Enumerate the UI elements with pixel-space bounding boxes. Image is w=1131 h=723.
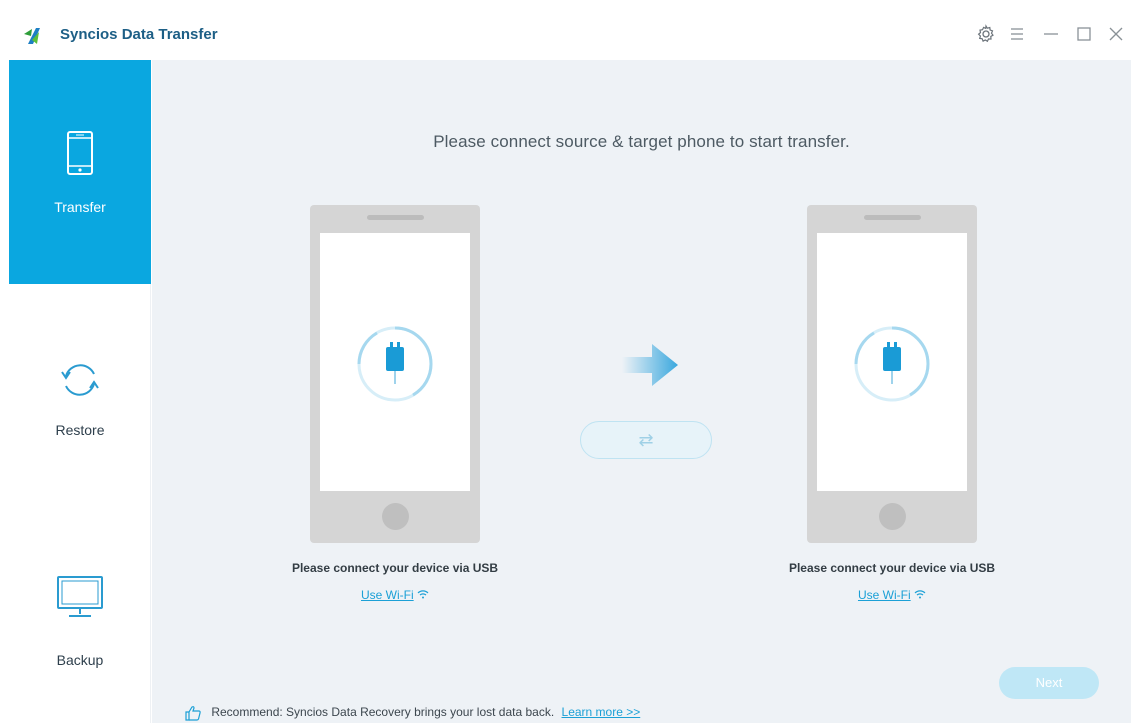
phone-screen bbox=[320, 233, 470, 491]
syncios-logo-icon bbox=[24, 28, 40, 44]
sidebar-item-backup[interactable]: Backup bbox=[9, 508, 151, 723]
thumbs-up-icon bbox=[185, 706, 201, 721]
sidebar-item-restore[interactable]: Restore bbox=[9, 284, 151, 508]
swap-devices-button[interactable]: ⇄ bbox=[580, 421, 712, 459]
usb-connect-icon bbox=[854, 326, 930, 402]
wifi-icon bbox=[914, 590, 926, 599]
sidebar: Transfer Restore Backup bbox=[9, 60, 151, 723]
swap-icon: ⇄ bbox=[638, 430, 654, 450]
maximize-icon[interactable] bbox=[1073, 23, 1095, 45]
app-window: Syncios Data Transfer Transfer Restore B… bbox=[9, 9, 1131, 723]
menu-icon[interactable] bbox=[1006, 23, 1028, 45]
phone-home-button bbox=[382, 503, 409, 530]
sidebar-item-label: Restore bbox=[55, 422, 105, 438]
phone-icon bbox=[67, 131, 93, 175]
app-title: Syncios Data Transfer bbox=[60, 26, 218, 43]
source-use-wifi-link[interactable]: Use Wi-Fi bbox=[265, 588, 525, 602]
target-connect-text: Please connect your device via USB bbox=[788, 561, 996, 575]
learn-more-link[interactable]: Learn more >> bbox=[562, 705, 641, 719]
minimize-icon[interactable] bbox=[1040, 23, 1062, 45]
next-button[interactable]: Next bbox=[999, 667, 1099, 699]
page-title: Please connect source & target phone to … bbox=[433, 132, 850, 151]
source-connect-text: Please connect your device via USB bbox=[291, 561, 499, 575]
monitor-icon bbox=[57, 576, 103, 617]
sync-circle-icon bbox=[61, 364, 99, 396]
sidebar-item-label: Transfer bbox=[54, 199, 106, 215]
main-panel: Please connect source & target phone to … bbox=[152, 60, 1131, 723]
recommend-bar: Recommend: Syncios Data Recovery brings … bbox=[184, 704, 640, 722]
wifi-link-label: Use Wi-Fi bbox=[857, 588, 911, 602]
phone-home-button bbox=[879, 503, 906, 530]
wifi-link-label: Use Wi-Fi bbox=[360, 588, 414, 602]
wifi-icon bbox=[417, 590, 429, 599]
target-use-wifi-link[interactable]: Use Wi-Fi bbox=[762, 588, 1022, 602]
target-phone-illustration bbox=[807, 205, 977, 543]
transfer-direction-arrow-icon bbox=[622, 344, 678, 386]
phone-speaker bbox=[864, 215, 921, 220]
title-bar: Syncios Data Transfer bbox=[9, 9, 1131, 60]
phone-screen bbox=[817, 233, 967, 491]
settings-gear-icon[interactable] bbox=[975, 23, 997, 45]
source-phone-illustration bbox=[310, 205, 480, 543]
sidebar-item-label: Backup bbox=[56, 652, 104, 668]
sidebar-item-transfer[interactable]: Transfer bbox=[9, 60, 151, 284]
close-icon[interactable] bbox=[1105, 23, 1127, 45]
recommend-text: Recommend: Syncios Data Recovery brings … bbox=[211, 705, 555, 720]
phone-speaker bbox=[367, 215, 424, 220]
usb-connect-icon bbox=[357, 326, 433, 402]
